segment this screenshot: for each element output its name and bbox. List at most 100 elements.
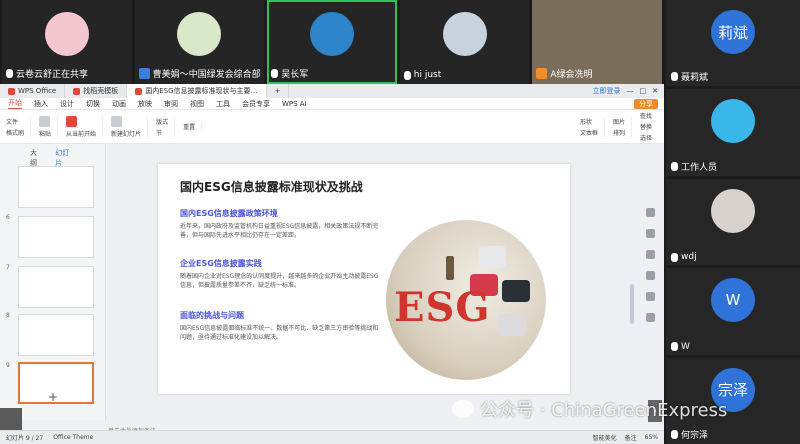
participant-tile[interactable]: A绿会冼明 [532, 0, 662, 84]
section-heading: 企业ESG信息披露实践 [180, 259, 262, 268]
find-button[interactable]: 查找 [640, 111, 652, 120]
comment-icon[interactable] [646, 292, 655, 301]
beautify-button[interactable]: 智能美化 [593, 433, 617, 442]
tab-wps-office[interactable]: WPS Office [0, 84, 66, 98]
layout-button[interactable]: 版式 [156, 117, 168, 126]
avatar [309, 12, 354, 56]
slide-number: 6 [6, 214, 10, 221]
picture-button[interactable]: 图片 [613, 117, 625, 126]
slide-thumbnail[interactable] [18, 166, 94, 208]
slide-counter: 幻灯片 9 / 27 [6, 435, 44, 442]
menu-member[interactable]: 会员专享 [242, 99, 270, 109]
mic-icon [671, 72, 678, 82]
design-icon[interactable] [646, 229, 655, 238]
minimize-icon[interactable]: — [627, 87, 634, 95]
maximize-icon[interactable]: □ [640, 87, 647, 95]
avatar: W [711, 278, 755, 323]
mic-icon [671, 430, 678, 440]
vertical-scrollbar[interactable] [630, 284, 634, 324]
menu-review[interactable]: 审阅 [164, 99, 178, 109]
template-icon [73, 87, 81, 95]
participant-tile[interactable]: wdj [666, 178, 800, 266]
slide-title: 国内ESG信息披露标准现状及挑战 [180, 180, 363, 194]
add-slide-button[interactable]: + [48, 390, 58, 404]
figure-icon [446, 256, 454, 280]
participant-tile[interactable]: 曹美娟～中国绿发会综合部 [134, 0, 265, 84]
menu-tools[interactable]: 工具 [216, 99, 230, 109]
tab-document[interactable]: 国内ESG信息披露标准现状与主要… [127, 84, 267, 98]
reset-button[interactable]: 重置 [183, 122, 195, 131]
menu-animation[interactable]: 动画 [112, 99, 126, 109]
animation-icon[interactable] [646, 250, 655, 259]
section-text: 近年来，国内政府及监管机构日益重视ESG信息披露，相关政策法规不断完善，但与国际… [180, 223, 379, 239]
participant-name: hi just [413, 70, 442, 80]
menu-wps-ai[interactable]: WPS AI [282, 100, 307, 108]
tab-templates[interactable]: 找稻壳模板 [65, 84, 128, 98]
wps-tabbar: WPS Office 找稻壳模板 国内ESG信息披露标准现状与主要… + 立即登… [0, 84, 664, 98]
replace-button[interactable]: 替换 [640, 122, 652, 131]
close-icon[interactable]: ✕ [652, 87, 658, 95]
settings-icon[interactable] [646, 208, 655, 217]
cube-icon [478, 246, 506, 268]
avatar: 莉斌 [711, 10, 755, 54]
slide-number: 7 [6, 264, 10, 271]
format-painter-button[interactable]: 格式刷 [6, 128, 24, 137]
participant-tile[interactable]: hi just [399, 0, 530, 84]
slide-thumbnail[interactable] [18, 216, 94, 258]
wps-logo-icon [8, 87, 15, 95]
shape-button[interactable]: 形状 [580, 117, 598, 126]
menu-slideshow[interactable]: 放映 [138, 99, 152, 109]
participant-tile-speaking[interactable]: 吴长军 [267, 0, 397, 84]
login-link[interactable]: 立即登录 [593, 86, 621, 96]
menu-transition[interactable]: 切换 [86, 99, 100, 109]
mic-icon [671, 161, 678, 171]
menu-view[interactable]: 视图 [190, 99, 204, 109]
avatar [711, 188, 755, 233]
participant-name: 聂莉斌 [681, 73, 709, 84]
current-slide[interactable]: 国内ESG信息披露标准现状及挑战 国内ESG信息披露政策环境 近年来，国内政府及… [158, 164, 570, 394]
help-icon[interactable] [646, 313, 655, 322]
participant-tile[interactable]: W W [666, 268, 800, 355]
share-button[interactable]: 分享 [634, 98, 658, 109]
format-icon[interactable] [646, 271, 655, 280]
user-icon [536, 68, 548, 79]
menu-insert[interactable]: 插入 [34, 99, 48, 109]
section-button[interactable]: 节 [156, 128, 168, 137]
avatar [44, 12, 89, 56]
arrange-button[interactable]: 排列 [613, 128, 625, 137]
participant-name: wdj [681, 252, 697, 263]
ribbon-toolbar: 文件 格式刷 粘贴 从当前开始 新建幻灯片 版式 节 重置 形状 文本框 图片 … [0, 110, 664, 144]
shared-screen: WPS Office 找稻壳模板 国内ESG信息披露标准现状与主要… + 立即登… [0, 84, 664, 444]
new-tab-button[interactable]: + [267, 84, 290, 98]
slide-number: 9 [6, 362, 10, 369]
participant-tile[interactable]: 云卷云舒正在共享 [2, 0, 132, 84]
zoom-level[interactable]: 65% [645, 434, 658, 441]
textbox-button[interactable]: 文本框 [580, 128, 598, 137]
avatar [177, 12, 222, 56]
slide-thumbnail[interactable] [18, 266, 94, 308]
wechat-icon [452, 400, 474, 418]
section-text: 随着国内企业对ESG理念的认同度提升，越来越多的企业开始主动披露ESG信息，但披… [180, 273, 379, 289]
workspace: 大纲 幻灯片 6 7 8 9 + 国内ESG信息披露标准现状及挑战 国内ESG信… [0, 144, 664, 436]
mic-icon [271, 69, 279, 78]
esg-illustration: ESG [386, 220, 546, 380]
participant-name: 工作人员 [681, 162, 718, 173]
participant-name: 吴长军 [281, 70, 309, 80]
paste-button[interactable]: 粘贴 [39, 129, 51, 138]
new-slide-button[interactable]: 新建幻灯片 [111, 129, 141, 138]
select-button[interactable]: 选择 [640, 133, 652, 142]
participant-tile[interactable]: 莉斌 聂莉斌 [666, 0, 800, 87]
avatar [711, 99, 755, 144]
meeting-window: 云卷云舒正在共享 曹美娟～中国绿发会综合部 吴长军 hi just A绿会冼明 … [0, 0, 800, 444]
notes-button[interactable]: 备注 [625, 433, 637, 442]
theme-name: Office Theme [53, 434, 94, 441]
slide-thumbnail[interactable] [18, 314, 94, 356]
status-bar: 幻灯片 9 / 27 Office Theme 智能美化 备注 65% [0, 430, 664, 444]
play-from-current-button[interactable]: 从当前开始 [66, 129, 96, 138]
participant-tile[interactable]: 工作人员 [666, 89, 800, 176]
slide-thumbnail-pane: 大纲 幻灯片 6 7 8 9 + [0, 144, 106, 420]
paste-icon [39, 115, 51, 127]
menu-start[interactable]: 开始 [8, 98, 22, 109]
file-button[interactable]: 文件 [6, 117, 24, 126]
menu-design[interactable]: 设计 [60, 99, 74, 109]
